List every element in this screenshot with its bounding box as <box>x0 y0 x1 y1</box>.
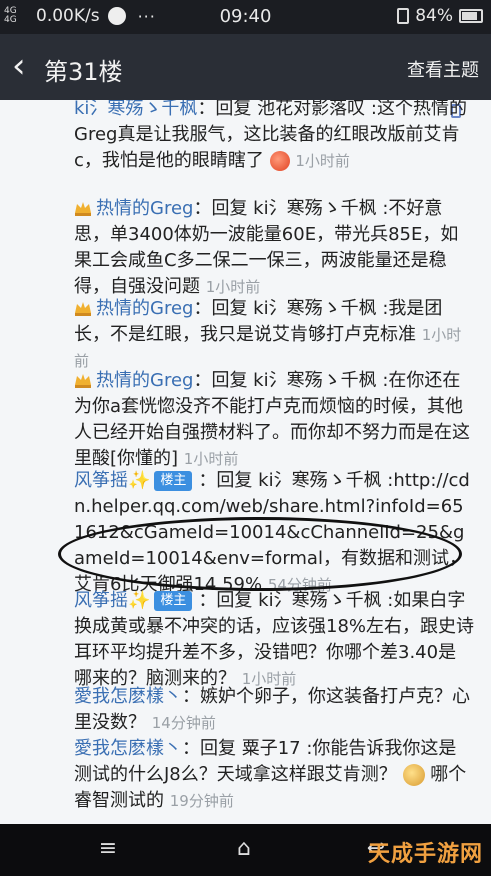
list-item: 愛我怎麽樣丶：回复 粟子17 :你能告诉我你这是测试的什么J8么？天域拿这样跟艾… <box>74 736 474 814</box>
username[interactable]: 愛我怎麽樣丶 <box>74 738 182 759</box>
list-item: 热情的Greg：回复 ki氵寒殇ゝ千枫 :我是团长，不是红眼，我只是说艾肯够打卢… <box>74 296 474 374</box>
list-item: ki氵寒殇ゝ千枫：回复 池花对影落叹 :这个热情的Greg真是让我服气，这比装备… <box>74 100 474 174</box>
thinking-emoji-icon <box>402 764 425 786</box>
list-item: 愛我怎麽樣丶：嫉妒个卵子，你这装备打卢克？心里没数？ 14分钟前 <box>74 684 474 736</box>
view-topic-button[interactable]: 查看主题 <box>407 56 479 82</box>
list-item: 热情的Greg：回复 ki氵寒殇ゝ千枫 :在你还在为你a套恍惚没齐不能打卢克而烦… <box>74 368 474 472</box>
username[interactable]: 热情的Greg <box>96 198 193 219</box>
reply-time: 14分钟前 <box>151 714 216 732</box>
username[interactable]: 热情的Greg <box>96 298 193 319</box>
home-icon[interactable]: ⌂ <box>232 838 256 862</box>
system-nav-bar: ≡ ⌂ ↩ 天成手游网 <box>0 824 491 876</box>
reply-time: 19分钟前 <box>169 792 234 810</box>
username[interactable]: 风筝摇✨ <box>74 590 150 611</box>
reply-list[interactable]: ki氵寒殇ゝ千枫：回复 池花对影落叹 :这个热情的Greg真是让我服气，这比装备… <box>0 100 491 824</box>
status-bar: 4G 4G 0.00K/s ··· 09:40 84% <box>0 0 491 34</box>
crown-icon <box>75 374 91 388</box>
crown-icon <box>75 302 91 316</box>
app-header: ‹ 第31楼 查看主题 <box>0 34 491 100</box>
sim-icon <box>397 8 410 24</box>
crown-icon <box>75 202 91 216</box>
op-badge: 楼主 <box>154 591 193 611</box>
back-arrow-icon[interactable]: ‹ <box>12 47 40 87</box>
username[interactable]: 风筝摇✨ <box>74 470 150 491</box>
highlight-ellipse <box>58 517 462 591</box>
battery-level: 84% <box>415 6 453 26</box>
reply-time: 1小时前 <box>205 278 261 296</box>
watermark: 天成手游网 <box>367 842 483 867</box>
reply-time: 1小时前 <box>295 152 350 170</box>
username[interactable]: 愛我怎麽樣丶 <box>74 686 182 707</box>
op-badge: 楼主 <box>154 471 193 491</box>
menu-icon[interactable]: ≡ <box>96 838 120 862</box>
list-item: 风筝摇✨ 楼主 ：回复 ki氵寒殇ゝ千枫 :如果白字换成黄或暴不冲突的话，应该强18… <box>74 588 474 692</box>
battery-icon <box>459 9 483 23</box>
list-item: 热情的Greg：回复 ki氵寒殇ゝ千枫 :不好意思，单3400体奶一波能量60E… <box>74 196 474 300</box>
page-title: 第31楼 <box>44 58 123 86</box>
username[interactable]: ki氵寒殇ゝ千枫 <box>74 100 197 119</box>
angry-emoji-icon <box>269 151 290 171</box>
username[interactable]: 热情的Greg <box>96 370 193 391</box>
reply-time: 1小时前 <box>183 450 239 468</box>
